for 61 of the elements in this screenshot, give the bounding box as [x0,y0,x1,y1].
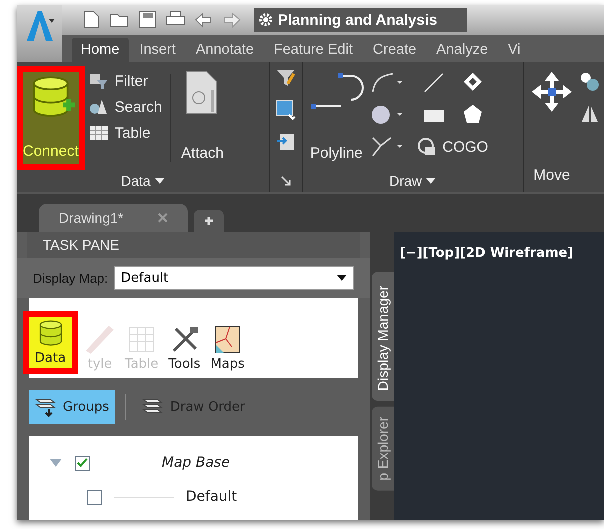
side-tab[interactable]: Display Manager [372,272,394,402]
ribbon-tab[interactable]: Create [364,38,426,62]
circles-icon[interactable] [580,72,600,92]
side-tab[interactable]: p Explorer [372,407,394,491]
toolbar-button[interactable]: Maps [208,323,248,374]
display-map-dropdown[interactable]: Default [114,266,354,290]
caret-icon[interactable] [154,178,165,184]
ribbon-tab[interactable]: Feature Edit [265,38,362,62]
polyline-button[interactable]: Polyline [306,66,367,170]
move-button[interactable]: Move [528,66,576,192]
page-icon[interactable] [82,11,102,29]
panel-title[interactable]: Draw [389,173,422,189]
checkbox[interactable] [75,456,90,470]
ribbon-tab[interactable]: Home [72,38,129,62]
toolbar-button[interactable]: Tools [166,323,204,374]
viewport-label[interactable]: [−][Top][2D Wireframe] [394,232,604,520]
field-label: Display Map: [33,270,108,286]
checkbox[interactable] [87,490,102,504]
caret-icon [337,275,347,281]
table-icon [126,325,157,355]
cogo-button[interactable]: COGO [416,137,488,157]
document-tab[interactable]: Drawing1* [39,204,188,232]
ribbon-tab[interactable]: Vi [499,38,530,62]
funnel-icon[interactable] [276,68,296,88]
ribbon-tab[interactable]: Annotate [186,38,264,62]
pane-title: TASK PANE [27,232,360,258]
toolbar-button[interactable]: Data [23,311,78,374]
brush-icon [85,325,116,355]
line-icon[interactable] [422,72,445,94]
attach-button[interactable]: Attach [179,66,226,170]
mirror-icon[interactable] [580,104,600,124]
connect-button[interactable]: Connect [17,66,85,170]
cogo-icon [416,137,437,157]
dialog-launcher-icon[interactable] [280,176,291,186]
ribbon-tool-button[interactable]: Table [88,124,162,142]
caret-icon[interactable] [426,178,436,184]
left-arrow-icon[interactable] [194,11,214,29]
new-tab-button[interactable] [194,210,224,232]
ribbon-tool-button[interactable]: Search [88,98,162,116]
diamond-icon[interactable] [462,72,483,92]
circle-icon[interactable] [370,104,405,126]
polyline-icon [308,70,365,110]
filter-icon [88,72,109,90]
image-icon[interactable] [276,100,296,120]
ribbon-tab[interactable]: Insert [130,38,185,62]
cross-lines-icon[interactable] [370,136,405,158]
view-tab[interactable]: Groups [29,390,116,424]
tree-item[interactable]: Default [186,489,238,505]
four-way-arrow-icon [530,70,574,114]
pentagon-icon[interactable] [462,104,483,124]
plus-icon [204,216,214,226]
document-arrow-icon[interactable] [276,132,296,152]
panel-title[interactable]: Data [121,173,151,189]
arc-icon[interactable] [370,72,405,94]
tree-item[interactable]: Map Base [162,455,230,471]
map-icon [212,325,243,355]
ribbon-tab[interactable]: Analyze [428,38,498,62]
ribbon-tool-button[interactable]: Filter [88,72,162,90]
gear-icon [258,12,274,28]
table-icon [88,124,109,142]
workspace-dropdown[interactable]: Planning and Analysis [254,8,468,32]
